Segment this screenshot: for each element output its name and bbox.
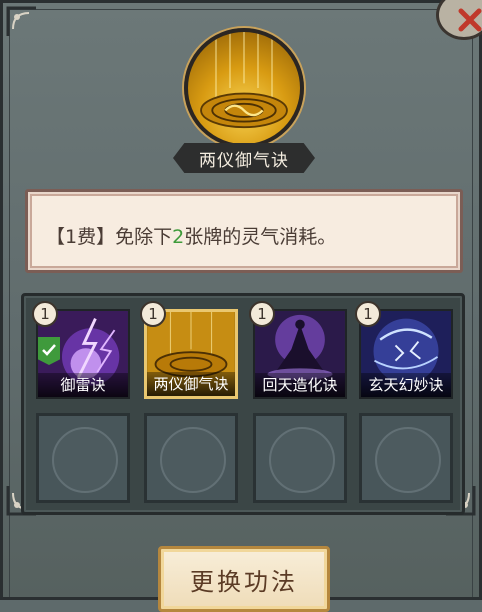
equipped-check-icon bbox=[38, 337, 60, 365]
description-suffix: 张牌的灵气消耗。 bbox=[184, 226, 337, 248]
card-label: 回天造化诀 bbox=[255, 373, 345, 397]
change-skill-button[interactable]: 更换功法 bbox=[158, 546, 330, 612]
empty-slot-ring-icon bbox=[269, 427, 335, 493]
change-skill-label: 更换功法 bbox=[190, 567, 298, 596]
card-label: 御雷诀 bbox=[38, 373, 128, 397]
card-label: 两仪御气诀 bbox=[147, 372, 235, 396]
empty-slot-ring-icon bbox=[160, 427, 226, 493]
card-cost-badge: 1 bbox=[140, 301, 166, 327]
description-highlight: 2 bbox=[172, 226, 185, 248]
skill-description-box: 【1费】免除下2张牌的灵气消耗。 bbox=[25, 189, 463, 273]
skill-name-banner: 两仪御气诀 bbox=[173, 143, 315, 173]
skill-icon-yin-yang-swirl-icon bbox=[184, 28, 304, 148]
close-icon bbox=[458, 8, 482, 32]
empty-slot-ring-icon bbox=[375, 427, 441, 493]
card-cost-badge: 1 bbox=[249, 301, 275, 327]
card-cost-badge: 1 bbox=[355, 301, 381, 327]
skill-description: 【1费】免除下2张牌的灵气消耗。 bbox=[46, 222, 336, 249]
empty-slot-ring-icon bbox=[52, 427, 118, 493]
description-prefix: 【1费】免除下 bbox=[46, 226, 173, 248]
empty-card-slot[interactable] bbox=[36, 413, 130, 503]
corner-ornament-icon bbox=[5, 5, 39, 39]
skill-panel: 两仪御气诀 【1费】免除下2张牌的灵气消耗。 御雷诀 两仪御气诀 回天造化诀 玄… bbox=[0, 0, 482, 612]
skill-name: 两仪御气诀 bbox=[199, 150, 289, 171]
empty-card-slot[interactable] bbox=[144, 413, 238, 503]
card-label: 玄天幻妙诀 bbox=[361, 373, 451, 397]
empty-card-slot[interactable] bbox=[253, 413, 347, 503]
card-cost-badge: 1 bbox=[32, 301, 58, 327]
empty-card-slot[interactable] bbox=[359, 413, 453, 503]
